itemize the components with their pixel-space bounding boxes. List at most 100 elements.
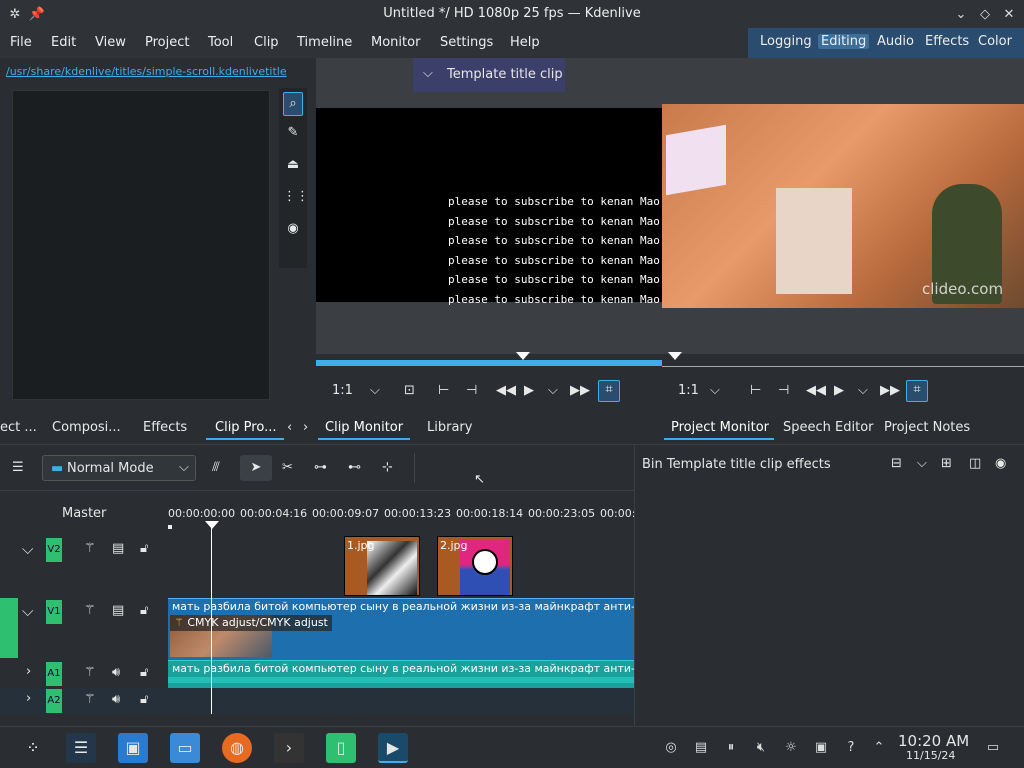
play-icon[interactable]: ▶ [834,382,844,400]
set-in-point-icon[interactable]: ⊢ [750,382,761,400]
playhead-marker[interactable] [668,352,682,360]
discord-icon[interactable]: ◎ [662,739,680,757]
menu-tool[interactable]: Tool [208,35,233,50]
set-in-point-icon[interactable]: ⊢ [438,382,449,400]
chevron-right-icon[interactable]: › [303,420,308,435]
chevron-down-icon[interactable]: ⌵ [548,382,558,400]
forward-icon[interactable]: ▶▶ [880,382,900,400]
effect-wand-icon[interactable]: ⚚ [84,540,96,558]
chevron-left-icon[interactable]: ‹ [287,420,292,435]
zoom-select[interactable]: 1:1 [332,382,353,400]
edit-mode-select[interactable]: ▬ Normal Mode ⌵ [42,455,196,481]
terminal-icon[interactable]: › [274,733,304,763]
settings-sliders-icon[interactable]: ☰ [12,459,24,477]
tab-project[interactable]: ect ... [0,420,37,435]
workspace-color[interactable]: Color [978,34,1012,49]
workspace-logging[interactable]: Logging [760,34,812,49]
workspace-editing[interactable]: Editing [818,34,870,49]
track-label-a1[interactable]: A1 [46,662,62,686]
tab-library[interactable]: Library [427,420,472,435]
grid-icon[interactable]: ⋮⋮ [283,188,309,206]
volume-muted-icon[interactable]: 🔇︎ [752,739,770,757]
show-desktop-icon[interactable]: ▭ [984,739,1002,757]
set-out-point-icon[interactable]: ⊣ [466,382,477,400]
clip-monitor-ruler[interactable] [316,352,662,372]
kdenlive-task-icon[interactable]: ▶ [378,733,408,763]
film-icon[interactable]: ▤ [112,602,124,620]
lock-icon[interactable]: 🔓︎ [140,664,148,682]
edit-icon[interactable]: ✎ [283,124,303,142]
select-tool-icon[interactable]: ➤ [240,455,272,481]
chevron-right-icon[interactable]: › [26,664,31,679]
effect-badge[interactable]: ⚚ CMYK adjust/CMYK adjust [170,615,332,631]
menu-clip[interactable]: Clip [254,35,279,50]
tab-effects[interactable]: Effects [143,420,187,435]
storage-icon[interactable]: ▣ [812,739,830,757]
clock-date[interactable]: 11/15/24 [906,749,955,762]
slide-tool-icon[interactable]: ⊹ [382,459,393,477]
timeline-playhead-marker[interactable] [205,521,219,529]
save-effect-icon[interactable]: ⊞ [941,455,952,473]
minimize-icon[interactable]: ⌄ [952,6,970,24]
workspace-audio[interactable]: Audio [877,34,914,49]
menu-timeline[interactable]: Timeline [297,35,352,50]
lock-icon[interactable]: 🔓︎ [140,691,148,709]
chevron-down-icon[interactable]: ⌵ [22,540,33,558]
chevron-right-icon[interactable]: › [26,691,31,706]
set-out-point-icon[interactable]: ⊣ [778,382,789,400]
track-label-v2[interactable]: V2 [46,538,62,562]
menu-monitor[interactable]: Monitor [371,35,420,50]
chevron-down-icon[interactable]: ⌵ [917,455,927,473]
effect-wand-icon[interactable]: ⚚ [84,664,96,682]
menu-help[interactable]: Help [510,35,540,50]
help-icon[interactable]: ? [842,739,860,757]
system-settings-icon[interactable]: ☰ [66,733,96,763]
track-lane-a1[interactable]: мать разбила битой компьютер сыну в реал… [168,660,687,688]
project-monitor-video[interactable]: clideo.com [662,104,1024,308]
chevron-down-icon[interactable]: ⌵ [370,382,380,400]
playhead-marker[interactable] [516,352,530,360]
tab-project-notes[interactable]: Project Notes [884,420,970,435]
crop-icon[interactable]: ⌗ [598,380,620,402]
film-icon[interactable]: ▤ [112,540,124,558]
track-label-v1[interactable]: V1 [46,600,62,624]
chevron-down-icon[interactable]: ⌵ [710,382,720,400]
menu-settings[interactable]: Settings [440,35,493,50]
chevron-up-icon[interactable]: ⌃ [870,739,888,757]
effect-wand-icon[interactable]: ⚚ [84,602,96,620]
speaker-icon[interactable]: 🔊︎ [112,664,120,682]
track-lane-v2[interactable]: 1.jpg 2.jpg [168,534,634,598]
clock-time[interactable]: 10:20 AM [898,732,969,750]
track-lane-v1[interactable]: мать разбила битой компьютер сыну в реал… [168,598,687,660]
clip-monitor-header[interactable]: ⌵ Template title clip [413,58,565,92]
menu-file[interactable]: File [10,35,32,50]
rewind-icon[interactable]: ◀◀ [496,382,516,400]
zoom-select[interactable]: 1:1 [678,382,699,400]
insert-zone-icon[interactable]: ⊡ [404,382,415,400]
project-monitor-ruler[interactable] [662,352,1024,372]
media-pause-icon[interactable]: ⏸ [722,739,740,757]
chevron-down-icon[interactable]: ⌵ [858,382,868,400]
track-lane-a2[interactable] [168,688,634,714]
location-icon[interactable]: ◉ [283,220,303,238]
file-manager-icon[interactable]: ▭ [170,733,200,763]
clip-2jpg[interactable]: 2.jpg [437,536,513,596]
slip-tool-icon[interactable]: ⊷ [348,459,361,477]
maximize-icon[interactable]: ◇ [976,6,994,24]
ripple-tool-icon[interactable]: ⊶ [314,459,327,477]
effect-wand-icon[interactable]: ⚚ [84,691,96,709]
play-icon[interactable]: ▶ [524,382,534,400]
track-label-a2[interactable]: A2 [46,689,62,713]
menu-view[interactable]: View [95,35,126,50]
crop-icon[interactable]: ⌗ [906,380,928,402]
razor-tool-icon[interactable]: ✂ [282,459,293,477]
close-icon[interactable]: ✕ [1000,6,1018,24]
split-view-icon[interactable]: ◫ [969,455,981,473]
lock-icon[interactable]: 🔓︎ [140,540,148,558]
menu-edit[interactable]: Edit [51,35,76,50]
notes-app-icon[interactable]: ▯ [326,733,356,763]
clip-monitor-video[interactable]: please to subscribe to kenan Mao please … [316,108,662,306]
compare-icon[interactable]: ⊟ [891,455,902,473]
tab-compositions[interactable]: Composi... [52,420,121,435]
clip-path-link[interactable]: /usr/share/kdenlive/titles/simple-scroll… [6,65,287,78]
